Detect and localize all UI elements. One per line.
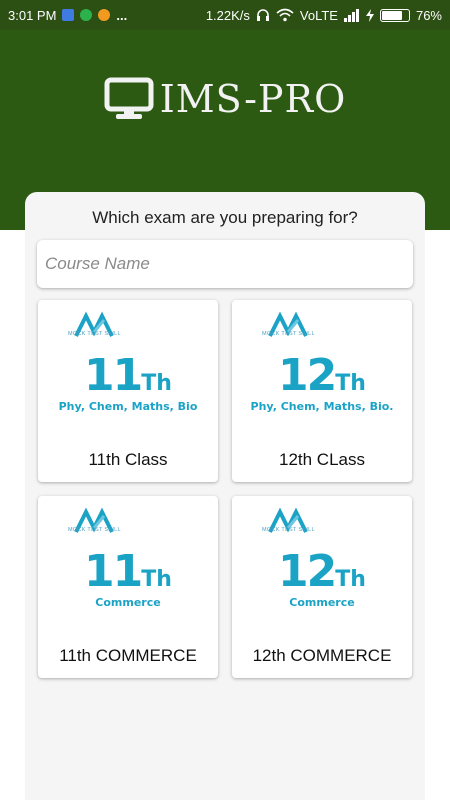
- charging-icon: [365, 8, 374, 22]
- wifi-icon: [276, 8, 294, 22]
- question-heading: Which exam are you preparing for?: [92, 208, 358, 227]
- signal-icon: [343, 8, 359, 22]
- usb-icon: [62, 9, 75, 21]
- monitor-icon: [104, 77, 154, 119]
- logo-text: MOCK TEST SKILL: [262, 527, 315, 533]
- subjects-text: Commerce: [95, 596, 161, 609]
- grade-number: 11: [84, 350, 143, 401]
- subjects-text: Commerce: [289, 596, 355, 609]
- network-type: VoLTE: [299, 7, 338, 23]
- battery-percent: 76%: [415, 7, 442, 23]
- course-search-input[interactable]: [37, 240, 413, 288]
- battery-icon: [379, 8, 410, 22]
- course-card-12th-commerce[interactable]: MOCK TEST SKILL 12Th Commerce 12th COMME…: [232, 496, 412, 678]
- grade-suffix: Th: [141, 567, 172, 592]
- battery-fill: [381, 10, 402, 20]
- status-time: 3:01 PM: [8, 7, 57, 23]
- course-card-11th-commerce[interactable]: MOCK TEST SKILL 11Th Commerce 11th COMME…: [38, 496, 218, 678]
- course-label: 12th CLass: [279, 450, 365, 469]
- logo-text: MOCK TEST SKILL: [68, 527, 121, 533]
- status-bar: 3:01 PM ... 1.22K/s VoLTE 76%: [0, 0, 450, 30]
- more-notifications: ...: [116, 7, 128, 23]
- grade-graphic: 12Th: [232, 350, 412, 401]
- grade-number: 11: [84, 546, 143, 597]
- course-label: 11th COMMERCE: [59, 646, 197, 665]
- grade-suffix: Th: [141, 371, 172, 396]
- subjects-text: Phy, Chem, Maths, Bio: [58, 400, 198, 413]
- grade-number: 12: [278, 546, 337, 597]
- headphones-icon: [256, 9, 269, 21]
- course-label: 11th Class: [88, 450, 168, 469]
- grade-suffix: Th: [335, 567, 366, 592]
- brand-logo: IMS-PRO: [0, 75, 450, 123]
- grade-graphic: 12Th: [232, 546, 412, 597]
- course-label: 12th COMMERCE: [252, 646, 392, 665]
- course-selection-panel: Which exam are you preparing for? MOCK T…: [25, 192, 425, 800]
- grade-suffix: Th: [335, 371, 366, 396]
- course-card-12th-class[interactable]: MOCK TEST SKILL 12Th Phy, Chem, Maths, B…: [232, 300, 412, 482]
- brand-name: IMS-PRO: [159, 77, 347, 121]
- network-speed: 1.22K/s: [205, 7, 250, 23]
- logo-text: MOCK TEST SKILL: [68, 331, 121, 337]
- course-card-11th-class[interactable]: MOCK TEST SKILL 11Th Phy, Chem, Maths, B…: [38, 300, 218, 482]
- subjects-text: Phy, Chem, Maths, Bio.: [250, 400, 394, 413]
- whatsapp-icon: [80, 9, 93, 21]
- message-icon: [98, 9, 111, 21]
- grade-graphic: 11Th: [38, 350, 218, 401]
- logo-text: MOCK TEST SKILL: [262, 331, 315, 337]
- grade-graphic: 11Th: [38, 546, 218, 597]
- grade-number: 12: [278, 350, 337, 401]
